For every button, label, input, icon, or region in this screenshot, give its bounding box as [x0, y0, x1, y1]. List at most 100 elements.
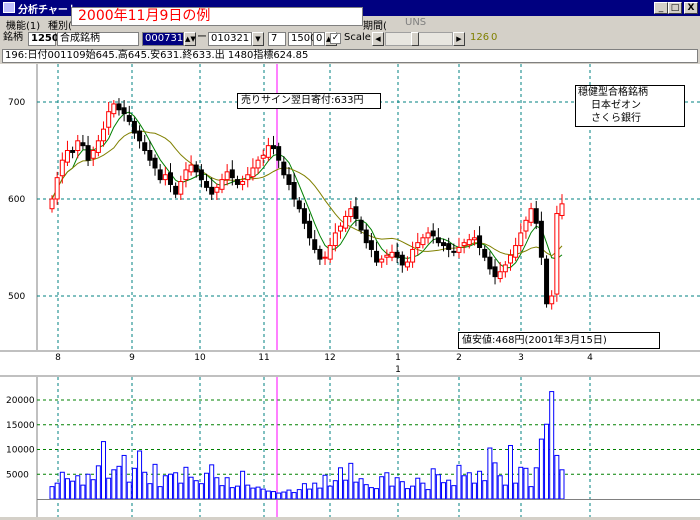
volume-bar	[167, 473, 173, 500]
candle-body	[358, 219, 364, 231]
candle-body	[167, 172, 173, 185]
volume-bar	[353, 481, 359, 500]
volume-bar	[271, 491, 277, 500]
candle-body	[178, 181, 184, 195]
volume-bar	[399, 481, 405, 500]
candle-body	[193, 164, 199, 173]
legend-title: 穏健型合格銘柄	[578, 87, 648, 98]
month-tick-label: 10	[194, 353, 206, 363]
candle-body	[348, 208, 354, 217]
volume-bar	[147, 483, 153, 500]
volume-bar	[209, 464, 215, 500]
volume-bar	[327, 485, 333, 500]
scroll-right-button[interactable]: ▶	[453, 32, 465, 46]
month-tick-label: 1	[395, 353, 401, 363]
param-field-1[interactable]: 7	[268, 32, 286, 46]
volume-bar	[152, 463, 158, 500]
volume-bar	[363, 484, 369, 500]
volume-tick-label: 20000	[6, 396, 35, 406]
candle-body	[85, 145, 91, 161]
param-field-3[interactable]: 0	[313, 32, 325, 46]
menu-type[interactable]: 種別(	[48, 17, 72, 32]
volume-bar	[116, 465, 122, 500]
param-field-2[interactable]: 1500	[288, 32, 316, 46]
candle-body	[456, 247, 462, 253]
candle-body	[234, 179, 240, 185]
candle-body	[301, 208, 307, 224]
price-tick-label: 600	[8, 195, 25, 205]
volume-tick-label: 5000	[6, 470, 29, 480]
candle-body	[276, 146, 282, 161]
price-volume-chart[interactable]: 8 9 10 11 12 1 2 3 41700600500200001500010000500…	[0, 64, 700, 517]
month-tick-label: 3	[518, 353, 524, 363]
volume-bar	[85, 473, 91, 500]
volume-bar	[162, 475, 168, 500]
scale-checkbox[interactable]: ✓	[330, 33, 341, 44]
volume-bar	[482, 480, 488, 500]
candle-body	[363, 229, 369, 244]
volume-bar	[193, 480, 199, 500]
volume-bar	[291, 492, 297, 500]
scroll-left-button[interactable]: ◀	[372, 32, 384, 46]
volume-bar	[389, 485, 395, 500]
code-field[interactable]: 1250	[28, 32, 59, 46]
month-tick-label: 4	[587, 353, 593, 363]
candle-body	[492, 266, 498, 278]
volume-bar	[75, 475, 81, 500]
candle-body	[209, 186, 215, 195]
volume-bar	[121, 454, 127, 500]
volume-bar	[234, 485, 240, 500]
candle-body	[250, 167, 256, 178]
candle-body	[343, 215, 349, 229]
scroll-thumb[interactable]	[411, 32, 419, 46]
to-date-dropdown-icon[interactable]: ▼	[252, 32, 264, 46]
volume-bar	[559, 469, 565, 500]
name-field[interactable]: 合成銘柄	[57, 32, 139, 46]
candle-body	[559, 203, 565, 216]
dash-label: ー	[197, 32, 207, 43]
candle-body	[126, 115, 132, 122]
candle-body	[528, 208, 534, 223]
volume-bar	[224, 477, 230, 500]
window-title: 分析チャート	[18, 5, 78, 16]
from-date-field[interactable]: 000731	[142, 32, 184, 46]
stock-legend-box: 穏健型合格銘柄 日本ゼオン さくら銀行	[575, 85, 685, 127]
menu-function[interactable]: 機能(1)	[6, 17, 40, 32]
volume-bar	[528, 486, 534, 500]
value-1: 126	[470, 32, 490, 43]
minimize-button[interactable]: _	[654, 2, 668, 14]
candle-body	[399, 254, 405, 266]
menu-period[interactable]: 期間(	[363, 17, 387, 32]
moving-average-long	[51, 130, 563, 257]
close-button[interactable]: X	[684, 2, 698, 14]
volume-bar	[219, 485, 225, 500]
volume-bar	[126, 481, 132, 500]
candle-body	[204, 181, 210, 188]
maximize-button[interactable]: □	[668, 2, 682, 14]
to-date-field[interactable]: 010321	[208, 32, 252, 46]
candle-body	[502, 264, 508, 273]
candle-body	[374, 250, 380, 263]
volume-bar	[214, 477, 220, 500]
low-price-annotation: 値安値:468円(2001年3月15日)	[458, 332, 660, 349]
volume-bar	[265, 490, 271, 500]
scale-label: Scale	[344, 32, 371, 43]
candle-body	[286, 174, 292, 185]
volume-bar	[250, 487, 256, 500]
candle-body	[157, 169, 163, 181]
chart-area[interactable]: 8 9 10 11 12 1 2 3 4 1 700 600 500 20000 15000 10000 500…	[0, 64, 700, 517]
info-bar: 196:日付001109始645.高645.安631.終633.出 1480指標…	[2, 49, 698, 63]
candle-body	[538, 220, 544, 258]
scroll-track[interactable]	[385, 32, 453, 46]
candle-body	[507, 254, 513, 264]
candle-body	[312, 239, 318, 250]
volume-bar	[513, 482, 519, 500]
candle-body	[64, 150, 70, 163]
volume-bar	[322, 474, 328, 500]
candle-body	[296, 200, 302, 210]
from-date-spinner[interactable]: ▲▼	[184, 32, 196, 46]
volume-bar	[204, 472, 210, 500]
volume-bar	[477, 470, 483, 500]
candle-body	[317, 248, 323, 260]
candle-body	[513, 245, 519, 258]
